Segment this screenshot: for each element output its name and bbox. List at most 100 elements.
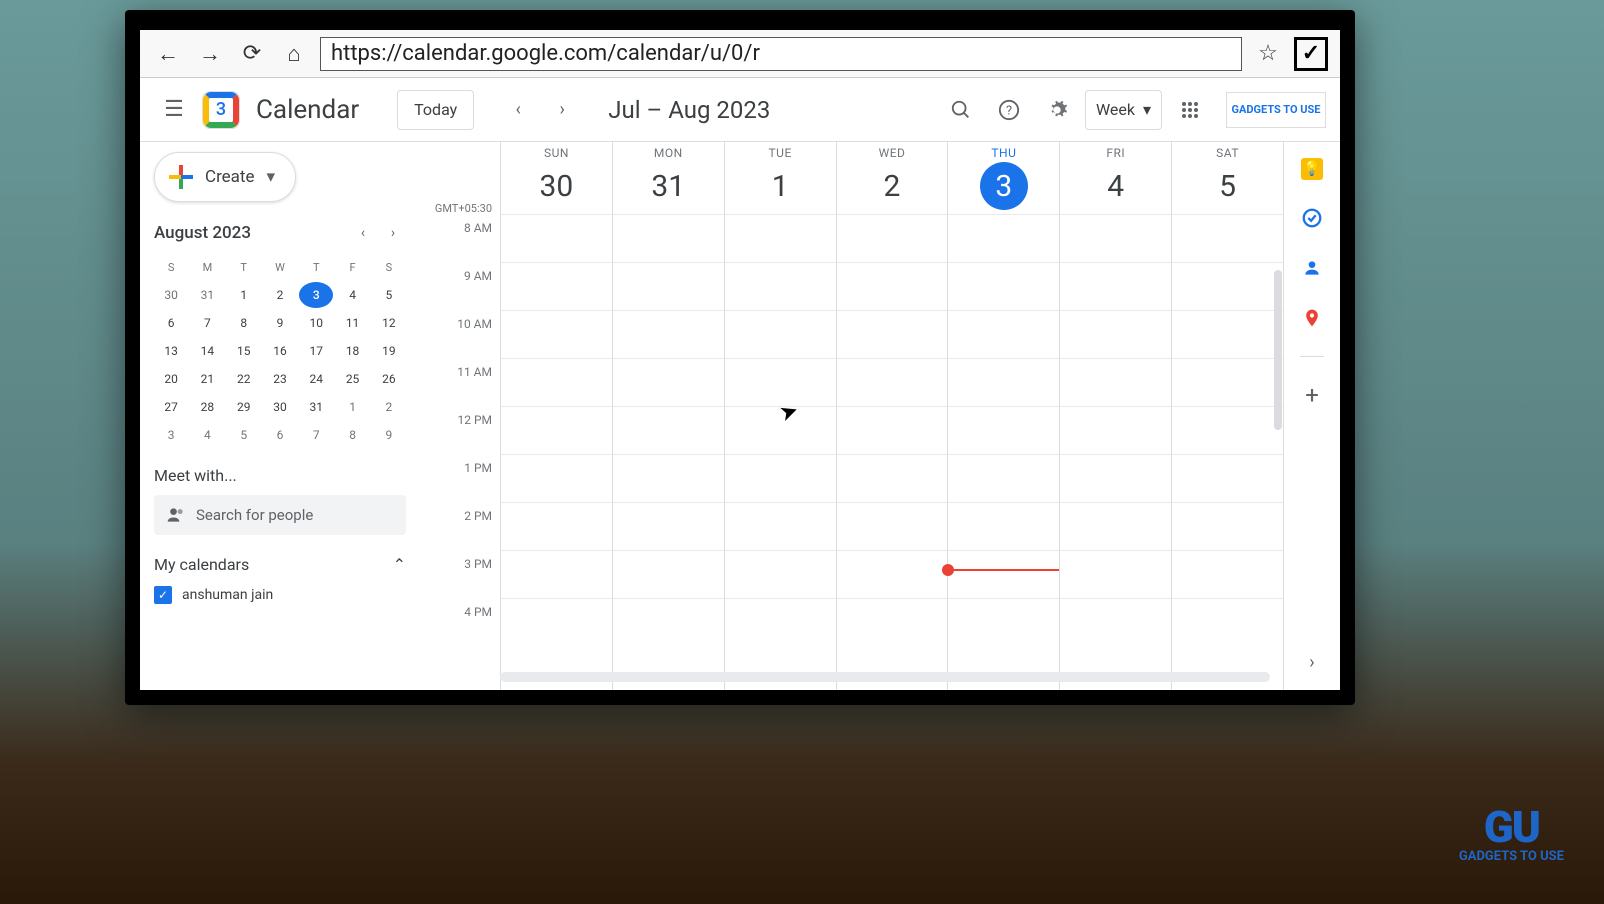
mini-day[interactable]: 7	[190, 310, 224, 336]
mini-day[interactable]: 27	[154, 394, 188, 420]
mini-day[interactable]: 20	[154, 366, 188, 392]
mini-day[interactable]: 11	[335, 310, 369, 336]
mini-day[interactable]: 12	[372, 310, 406, 336]
day-column[interactable]	[612, 214, 724, 690]
home-icon[interactable]: ⌂	[278, 38, 310, 70]
collapse-panel-icon[interactable]: ›	[1300, 650, 1324, 674]
mini-day[interactable]: 8	[227, 310, 261, 336]
day-header[interactable]: SAT5	[1171, 142, 1283, 214]
create-button[interactable]: Create ▾	[154, 152, 296, 202]
mini-day[interactable]: 13	[154, 338, 188, 364]
mini-day[interactable]: 9	[372, 422, 406, 448]
hour-label: 12 PM	[420, 413, 500, 461]
day-column[interactable]	[500, 214, 612, 690]
forward-icon[interactable]: →	[194, 38, 226, 70]
mini-day[interactable]: 3	[154, 422, 188, 448]
mini-day[interactable]: 2	[372, 394, 406, 420]
mini-day[interactable]: 31	[190, 282, 224, 308]
brand-logo: GADGETS TO USE	[1226, 92, 1326, 128]
mini-day[interactable]: 1	[227, 282, 261, 308]
horizontal-scrollbar[interactable]	[500, 672, 1270, 682]
search-placeholder: Search for people	[196, 506, 313, 524]
mini-day[interactable]: 26	[372, 366, 406, 392]
sidebar: Create ▾ August 2023 ‹ › SMTWTFS30311234…	[140, 142, 420, 690]
mini-day[interactable]: 22	[227, 366, 261, 392]
day-column[interactable]	[947, 214, 1059, 690]
search-icon[interactable]	[941, 90, 981, 130]
keep-icon[interactable]: 💡	[1301, 158, 1323, 180]
mini-day[interactable]: 21	[190, 366, 224, 392]
bookmark-check-icon[interactable]: ✓	[1294, 37, 1328, 71]
mini-day[interactable]: 3	[299, 282, 333, 308]
star-icon[interactable]: ☆	[1252, 38, 1284, 70]
mini-day[interactable]: 30	[154, 282, 188, 308]
mini-day[interactable]: 29	[227, 394, 261, 420]
mini-day[interactable]: 28	[190, 394, 224, 420]
mini-dow: T	[227, 254, 261, 280]
back-icon[interactable]: ←	[152, 38, 184, 70]
contacts-icon[interactable]	[1300, 256, 1324, 280]
day-column[interactable]	[1059, 214, 1171, 690]
day-header[interactable]: FRI4	[1059, 142, 1171, 214]
mini-day[interactable]: 14	[190, 338, 224, 364]
mini-day[interactable]: 30	[263, 394, 297, 420]
my-calendars-toggle[interactable]: My calendars ⌃	[154, 555, 406, 574]
mini-day[interactable]: 5	[227, 422, 261, 448]
vertical-scrollbar[interactable]	[1274, 270, 1282, 430]
hour-label: 9 AM	[420, 269, 500, 317]
mini-day[interactable]: 2	[263, 282, 297, 308]
day-header[interactable]: TUE1	[724, 142, 836, 214]
chevron-down-icon: ▾	[1143, 100, 1151, 119]
side-panel: 💡 + ›	[1284, 142, 1340, 690]
reload-icon[interactable]: ⟳	[236, 38, 268, 70]
mini-next-button[interactable]: ›	[380, 220, 406, 246]
browser-toolbar: ← → ⟳ ⌂ https://calendar.google.com/cale…	[140, 30, 1340, 78]
today-button[interactable]: Today	[397, 90, 474, 130]
mini-day[interactable]: 8	[335, 422, 369, 448]
maps-icon[interactable]	[1300, 306, 1324, 330]
gear-icon[interactable]	[1037, 90, 1077, 130]
day-header[interactable]: THU3	[947, 142, 1059, 214]
mini-day[interactable]: 6	[263, 422, 297, 448]
day-column[interactable]	[836, 214, 948, 690]
mini-calendar-month: August 2023	[154, 223, 251, 243]
mini-day[interactable]: 1	[335, 394, 369, 420]
day-header[interactable]: SUN30	[500, 142, 612, 214]
mini-day[interactable]: 19	[372, 338, 406, 364]
help-icon[interactable]: ?	[989, 90, 1029, 130]
mini-day[interactable]: 4	[335, 282, 369, 308]
mini-day[interactable]: 18	[335, 338, 369, 364]
mini-day[interactable]: 6	[154, 310, 188, 336]
mini-day[interactable]: 5	[372, 282, 406, 308]
hamburger-icon[interactable]: ☰	[154, 90, 194, 130]
mini-day[interactable]: 10	[299, 310, 333, 336]
day-of-week: MON	[654, 146, 683, 160]
next-week-button[interactable]: ›	[544, 92, 580, 128]
add-panel-icon[interactable]: +	[1300, 383, 1324, 407]
mini-day[interactable]: 25	[335, 366, 369, 392]
tasks-icon[interactable]	[1300, 206, 1324, 230]
mini-day[interactable]: 16	[263, 338, 297, 364]
apps-grid-icon[interactable]	[1170, 90, 1210, 130]
day-header[interactable]: MON31	[612, 142, 724, 214]
mini-day[interactable]: 7	[299, 422, 333, 448]
url-input[interactable]: https://calendar.google.com/calendar/u/0…	[320, 37, 1242, 71]
checkbox-icon[interactable]: ✓	[154, 586, 172, 604]
mini-prev-button[interactable]: ‹	[350, 220, 376, 246]
view-selector[interactable]: Week ▾	[1085, 90, 1162, 130]
prev-week-button[interactable]: ‹	[500, 92, 536, 128]
day-header[interactable]: WED2	[836, 142, 948, 214]
day-column[interactable]	[1171, 214, 1283, 690]
day-column[interactable]	[724, 214, 836, 690]
mini-day[interactable]: 24	[299, 366, 333, 392]
search-people-input[interactable]: Search for people	[154, 495, 406, 535]
calendar-cells[interactable]	[500, 214, 1283, 690]
mini-day[interactable]: 31	[299, 394, 333, 420]
mini-day[interactable]: 9	[263, 310, 297, 336]
mini-day[interactable]: 17	[299, 338, 333, 364]
mini-day[interactable]: 4	[190, 422, 224, 448]
chevron-up-icon: ⌃	[393, 555, 406, 574]
calendar-item[interactable]: ✓ anshuman jain	[154, 586, 406, 604]
mini-day[interactable]: 15	[227, 338, 261, 364]
mini-day[interactable]: 23	[263, 366, 297, 392]
